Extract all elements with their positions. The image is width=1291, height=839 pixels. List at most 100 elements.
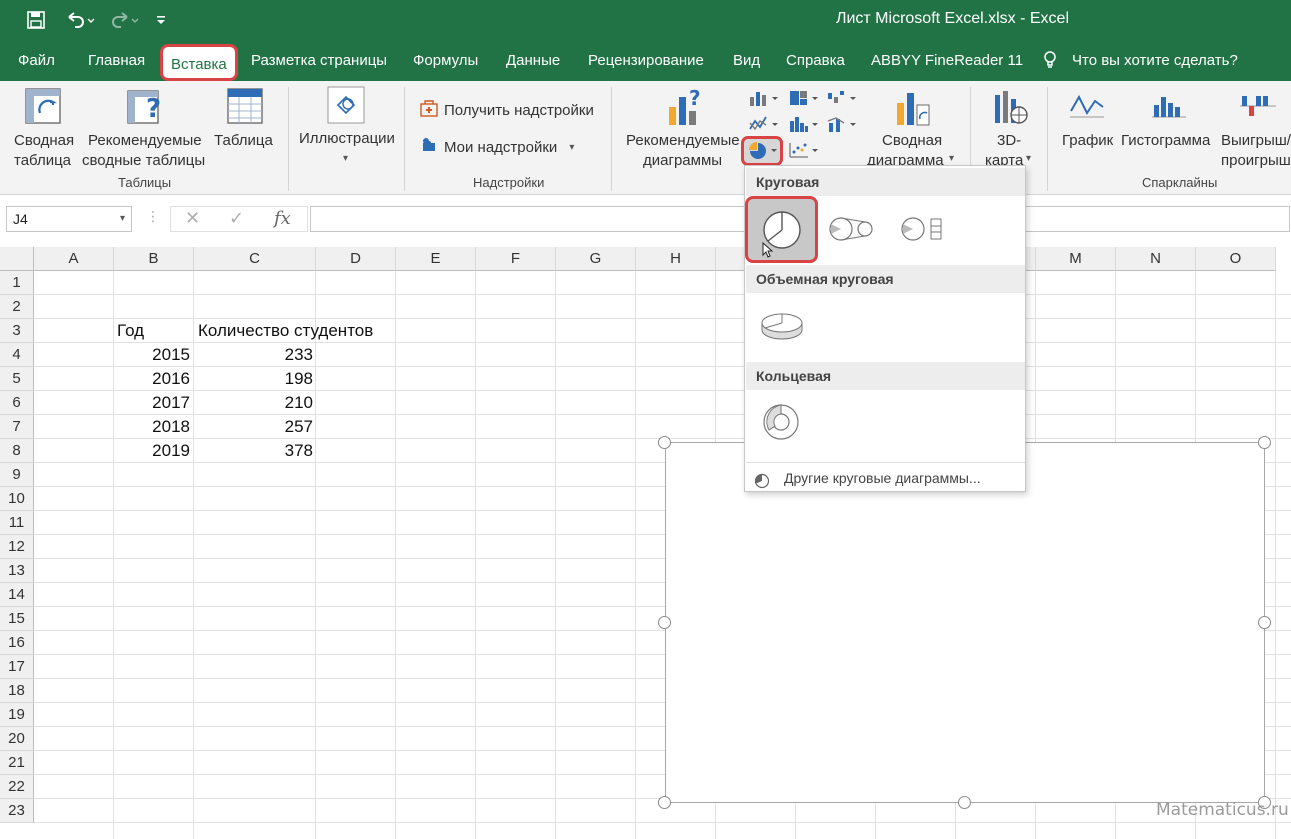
cell-year[interactable]: 2015 <box>114 343 190 367</box>
row-header[interactable]: 20 <box>0 727 34 751</box>
row-header[interactable]: 23 <box>0 799 34 823</box>
more-pie-charts-option[interactable]: Другие круговые диаграммы... <box>746 462 1025 492</box>
tab-review[interactable]: Рецензирование <box>588 40 704 81</box>
row-header[interactable]: 19 <box>0 703 34 727</box>
pivot-chart-chevron-down-icon[interactable]: ▾ <box>949 153 954 164</box>
recommended-pivot-label-1[interactable]: Рекомендуемые <box>88 131 202 151</box>
tab-formulas[interactable]: Формулы <box>413 40 478 81</box>
my-addins-chevron-down-icon[interactable]: ▾ <box>569 142 574 153</box>
row-header[interactable]: 18 <box>0 679 34 703</box>
row-header[interactable]: 8 <box>0 439 34 463</box>
pie-of-pie-option[interactable] <box>827 214 877 249</box>
illustrations-chevron-down-icon[interactable]: ▾ <box>343 153 348 164</box>
column-header[interactable]: B <box>114 247 194 271</box>
bar-of-pie-option[interactable] <box>899 214 949 249</box>
cell-year[interactable]: 2018 <box>114 415 190 439</box>
statistic-chart-icon[interactable] <box>788 115 822 138</box>
sparkline-winloss-label-2[interactable]: проигрыш <box>1221 151 1291 171</box>
scatter-chart-icon[interactable] <box>788 141 822 164</box>
cancel-icon[interactable]: ✕ <box>185 208 200 229</box>
resize-handle-right[interactable] <box>1258 616 1271 629</box>
recommended-charts-label-1[interactable]: Рекомендуемые <box>626 131 740 151</box>
recommended-charts-label-2[interactable]: диаграммы <box>643 151 722 171</box>
3d-map-chevron-down-icon[interactable]: ▾ <box>1026 153 1031 164</box>
row-header[interactable]: 2 <box>0 295 34 319</box>
column-header[interactable]: G <box>556 247 636 271</box>
tab-insert[interactable]: Вставка <box>160 44 238 81</box>
row-header[interactable]: 6 <box>0 391 34 415</box>
cell-count[interactable]: 198 <box>194 367 313 391</box>
insert-function-icon[interactable]: fx <box>274 208 291 229</box>
row-header[interactable]: 21 <box>0 751 34 775</box>
row-header[interactable]: 10 <box>0 487 34 511</box>
cell-count[interactable]: 210 <box>194 391 313 415</box>
pie-3d-option[interactable] <box>759 308 805 349</box>
row-header[interactable]: 7 <box>0 415 34 439</box>
column-header[interactable]: A <box>34 247 114 271</box>
cell-year[interactable]: 2016 <box>114 367 190 391</box>
sparkline-winloss-label-1[interactable]: Выигрыш/ <box>1221 131 1291 151</box>
row-header[interactable]: 5 <box>0 367 34 391</box>
row-header[interactable]: 12 <box>0 535 34 559</box>
recommended-pivot-label-2[interactable]: сводные таблицы <box>82 151 205 171</box>
sparkline-line-label[interactable]: График <box>1062 131 1113 151</box>
row-header[interactable]: 16 <box>0 631 34 655</box>
tell-me-search[interactable]: Что вы хотите сделать? <box>1072 40 1238 81</box>
tab-view[interactable]: Вид <box>733 40 760 81</box>
column-header[interactable]: D <box>316 247 396 271</box>
illustrations-icon[interactable] <box>326 85 366 130</box>
pivot-table-label-2[interactable]: таблица <box>14 151 71 171</box>
recommended-pivot-icon[interactable]: ? <box>126 87 166 130</box>
row-header[interactable]: 4 <box>0 343 34 367</box>
column-header[interactable]: E <box>396 247 476 271</box>
illustrations-label[interactable]: Иллюстрации <box>299 129 395 149</box>
combo-chart-icon[interactable] <box>826 115 860 138</box>
hierarchy-chart-icon[interactable] <box>788 89 822 112</box>
pivot-chart-label-1[interactable]: Сводная <box>882 131 942 151</box>
my-addins-button[interactable]: Мои надстройки ▾ <box>420 136 574 158</box>
sparkline-column-icon[interactable] <box>1150 91 1188 126</box>
cell-count[interactable]: 257 <box>194 415 313 439</box>
resize-handle-top-right[interactable] <box>1258 436 1271 449</box>
resize-handle-bottom-left[interactable] <box>658 796 671 809</box>
recommended-charts-icon[interactable]: ? <box>665 86 705 132</box>
column-header[interactable]: H <box>636 247 716 271</box>
sparkline-line-icon[interactable] <box>1068 91 1106 126</box>
cell-count[interactable]: 233 <box>194 343 313 367</box>
tab-page-layout[interactable]: Разметка страницы <box>251 40 387 81</box>
pivot-table-icon[interactable] <box>24 87 62 130</box>
row-header[interactable]: 11 <box>0 511 34 535</box>
tab-help[interactable]: Справка <box>786 40 845 81</box>
column-header[interactable]: M <box>1036 247 1116 271</box>
name-box-chevron-down-icon[interactable]: ▾ <box>120 207 125 231</box>
cell-year[interactable]: 2019 <box>114 439 190 463</box>
tab-home[interactable]: Главная <box>88 40 145 81</box>
tab-file[interactable]: Файл <box>18 40 55 81</box>
sparkline-winloss-icon[interactable] <box>1238 91 1278 126</box>
doughnut-option[interactable] <box>761 402 801 447</box>
row-header[interactable]: 13 <box>0 559 34 583</box>
cell-header-count[interactable]: Количество студентов <box>198 319 373 343</box>
tab-abbyy[interactable]: ABBYY FineReader 11 <box>871 40 1023 81</box>
row-header[interactable]: 17 <box>0 655 34 679</box>
column-header[interactable]: N <box>1116 247 1196 271</box>
cell-year[interactable]: 2017 <box>114 391 190 415</box>
cell-count[interactable]: 378 <box>194 439 313 463</box>
column-header[interactable]: F <box>476 247 556 271</box>
pivot-table-label-1[interactable]: Сводная <box>14 131 74 151</box>
row-header[interactable]: 3 <box>0 319 34 343</box>
waterfall-chart-icon[interactable] <box>826 89 860 112</box>
select-all-corner[interactable] <box>0 247 34 271</box>
table-icon[interactable] <box>226 87 264 130</box>
pie-2d-option[interactable] <box>745 196 818 263</box>
row-header[interactable]: 15 <box>0 607 34 631</box>
row-header[interactable]: 1 <box>0 271 34 295</box>
row-header[interactable]: 9 <box>0 463 34 487</box>
tab-data[interactable]: Данные <box>506 40 560 81</box>
pivot-chart-icon[interactable] <box>893 87 933 132</box>
column-header[interactable]: C <box>194 247 316 271</box>
column-chart-icon[interactable] <box>748 89 782 112</box>
3d-map-label-1[interactable]: 3D- <box>997 131 1021 151</box>
get-addins-button[interactable]: Получить надстройки <box>420 99 594 121</box>
pie-chart-button[interactable] <box>741 136 783 166</box>
